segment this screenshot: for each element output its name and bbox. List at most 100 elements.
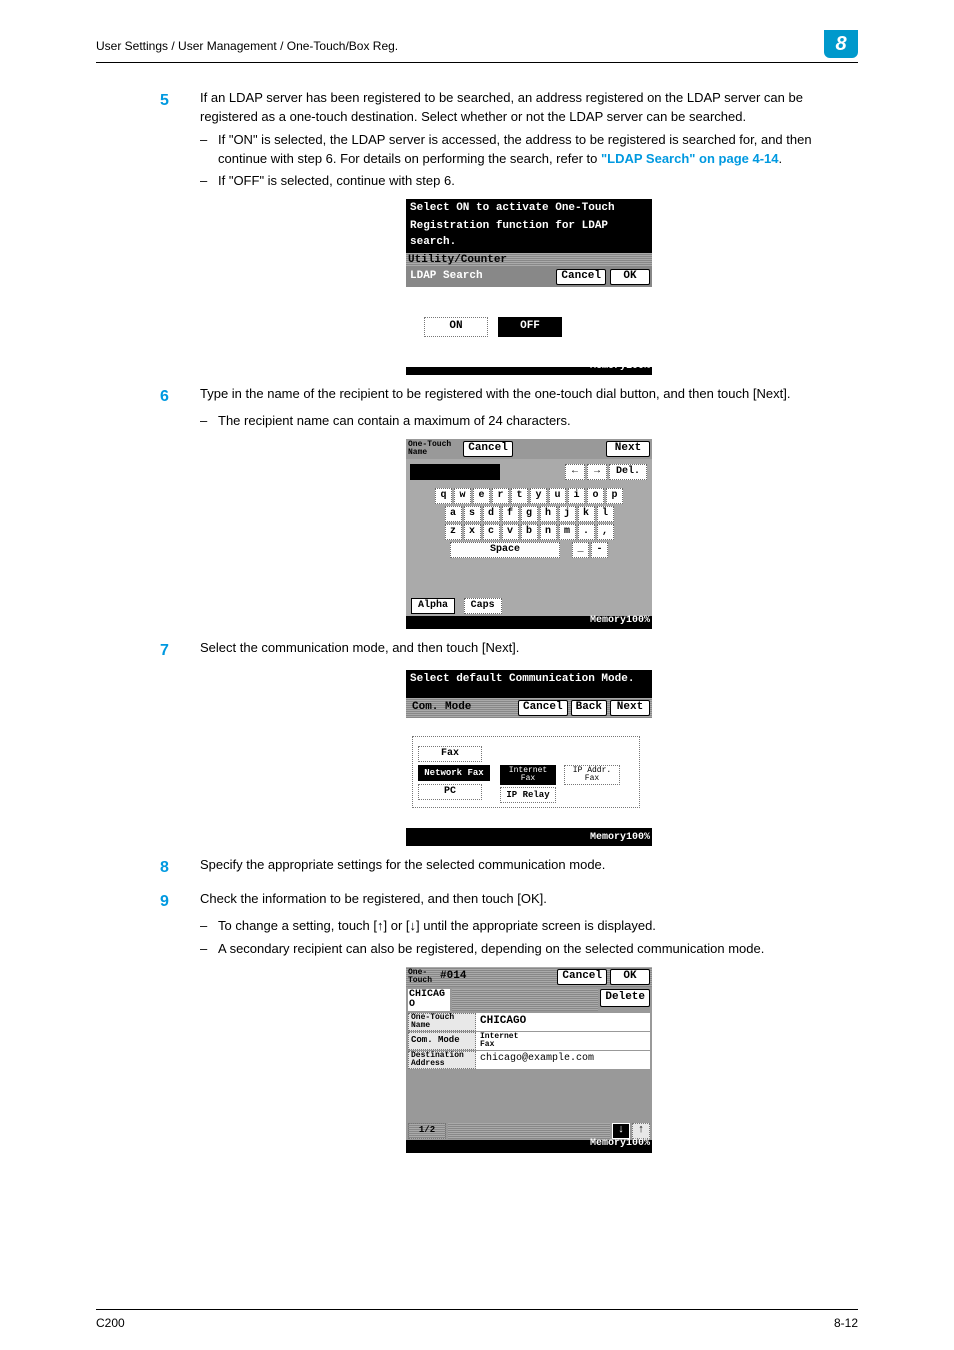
panel4-commode-value: Internet Fax [476, 1032, 650, 1050]
panel1-on-button[interactable]: ON [424, 317, 488, 337]
footer-rule [96, 1309, 858, 1310]
panel3-header: Select default Communication Mode. [406, 670, 652, 690]
panel4-hdr1: One- Touch [408, 969, 432, 985]
panel1-utility: Utility/Counter [406, 253, 652, 267]
panel4-delete-button[interactable]: Delete [600, 989, 650, 1007]
panel4-page-indicator: 1/2 [408, 1123, 446, 1139]
panel2-right-icon[interactable]: → [587, 464, 607, 480]
kb-row1: q w e r t y u i o p [412, 487, 646, 505]
step-number-8: 8 [160, 856, 200, 879]
panel4-otname-value: CHICAGO [476, 1013, 650, 1031]
key-hyphen[interactable]: - [591, 542, 608, 558]
panel1-ok-button[interactable]: OK [610, 269, 650, 285]
key-space[interactable]: Space [450, 542, 560, 558]
panel3-title: Com. Mode [408, 700, 475, 716]
panel1-title: LDAP Search [408, 269, 556, 285]
panel4-cancel-button[interactable]: Cancel [557, 969, 607, 985]
key-l[interactable]: l [597, 506, 614, 522]
panel4-memory: Memory100% [590, 1137, 650, 1152]
step5-text: If an LDAP server has been registered to… [200, 89, 858, 127]
panel2-alpha-button[interactable]: Alpha [411, 598, 455, 614]
panel2-caps-button[interactable]: Caps [464, 598, 502, 614]
key-m[interactable]: m [559, 524, 576, 540]
kb-row3: z x c v b n m . , [412, 523, 646, 541]
key-underscore[interactable]: _ [572, 542, 589, 558]
key-k[interactable]: k [578, 506, 595, 522]
panel2-left-icon[interactable]: ← [565, 464, 585, 480]
panel1-cancel-button[interactable]: Cancel [556, 269, 606, 285]
key-e[interactable]: e [473, 488, 490, 504]
key-dot[interactable]: . [578, 524, 595, 540]
key-x[interactable]: x [464, 524, 481, 540]
step-number-7: 7 [160, 639, 200, 662]
panel4-ok-button[interactable]: OK [610, 969, 650, 985]
step9-sub1: To change a setting, touch [↑] or [↓] un… [218, 917, 858, 936]
key-r[interactable]: r [492, 488, 509, 504]
panel2-next-button[interactable]: Next [606, 441, 650, 457]
panel4-dest-value: chicago@example.com [476, 1051, 650, 1069]
panel1-line1: Select ON to activate One-Touch [406, 199, 652, 219]
panel3-cancel-button[interactable]: Cancel [518, 700, 568, 716]
panel4-commode-label[interactable]: Com. Mode [408, 1032, 476, 1050]
kb-row2: a s d f g h j k l [412, 505, 646, 523]
key-w[interactable]: w [454, 488, 471, 504]
panel3-networkfax-button[interactable]: Network Fax [418, 765, 490, 781]
panel1-off-button[interactable]: OFF [498, 317, 562, 337]
panel4-name-left: CHICAG O [408, 989, 450, 1011]
step-number-6: 6 [160, 385, 200, 408]
key-a[interactable]: a [445, 506, 462, 522]
key-j[interactable]: j [559, 506, 576, 522]
key-b[interactable]: b [521, 524, 538, 540]
panel2-title: One-Touch Name [408, 441, 451, 457]
panel3-next-button[interactable]: Next [610, 700, 650, 716]
panel1-memory: Memory100% [590, 360, 650, 375]
key-i[interactable]: i [568, 488, 585, 504]
step5-sub2: If "OFF" is selected, continue with step… [218, 172, 858, 191]
chapter-number: 8 [824, 30, 858, 58]
panel1-line2: Registration function for LDAP search. [406, 217, 652, 253]
key-u[interactable]: u [549, 488, 566, 504]
panel4-dest-label[interactable]: Destination Address [408, 1051, 476, 1069]
panel3-memory: Memory100% [590, 831, 650, 846]
key-v[interactable]: v [502, 524, 519, 540]
key-f[interactable]: f [502, 506, 519, 522]
footer-left: C200 [96, 1315, 125, 1332]
key-q[interactable]: q [435, 488, 452, 504]
ldap-search-link[interactable]: "LDAP Search" on page 4-14 [601, 151, 779, 166]
key-d[interactable]: d [483, 506, 500, 522]
panel3-ipaddrfax-button[interactable]: IP Addr. Fax [564, 765, 620, 785]
panel4-hdr2: #014 [440, 969, 466, 985]
panel4-otname-label[interactable]: One-Touch Name [408, 1013, 476, 1031]
key-p[interactable]: p [606, 488, 623, 504]
key-o[interactable]: o [587, 488, 604, 504]
step9-text: Check the information to be registered, … [200, 890, 858, 913]
bullet-dash: – [200, 131, 218, 169]
bullet-dash: – [200, 412, 218, 431]
key-g[interactable]: g [521, 506, 538, 522]
step6-text: Type in the name of the recipient to be … [200, 385, 858, 408]
step8-text: Specify the appropriate settings for the… [200, 856, 858, 879]
key-h[interactable]: h [540, 506, 557, 522]
key-z[interactable]: z [445, 524, 462, 540]
footer-right: 8-12 [834, 1315, 858, 1332]
panel2-memory: Memory100% [590, 614, 650, 629]
key-t[interactable]: t [511, 488, 528, 504]
panel3-pc-button[interactable]: PC [418, 784, 482, 800]
key-c[interactable]: c [483, 524, 500, 540]
key-s[interactable]: s [464, 506, 481, 522]
key-comma[interactable]: , [597, 524, 614, 540]
key-y[interactable]: y [530, 488, 547, 504]
panel3-fax-button[interactable]: Fax [418, 746, 482, 762]
bullet-dash: – [200, 172, 218, 191]
key-n[interactable]: n [540, 524, 557, 540]
panel2-del-button[interactable]: Del. [609, 464, 647, 480]
panel2-cancel-button[interactable]: Cancel [463, 441, 513, 457]
step7-text: Select the communication mode, and then … [200, 639, 858, 662]
bullet-dash: – [200, 917, 218, 936]
panel3-back-button[interactable]: Back [571, 700, 607, 716]
panel3-internetfax-button[interactable]: Internet Fax [500, 765, 556, 785]
step9-sub2: A secondary recipient can also be regist… [218, 940, 858, 959]
breadcrumb: User Settings / User Management / One-To… [96, 30, 398, 55]
step5-sub1: If "ON" is selected, the LDAP server is … [218, 131, 858, 169]
panel3-iprelay-button[interactable]: IP Relay [500, 787, 556, 803]
